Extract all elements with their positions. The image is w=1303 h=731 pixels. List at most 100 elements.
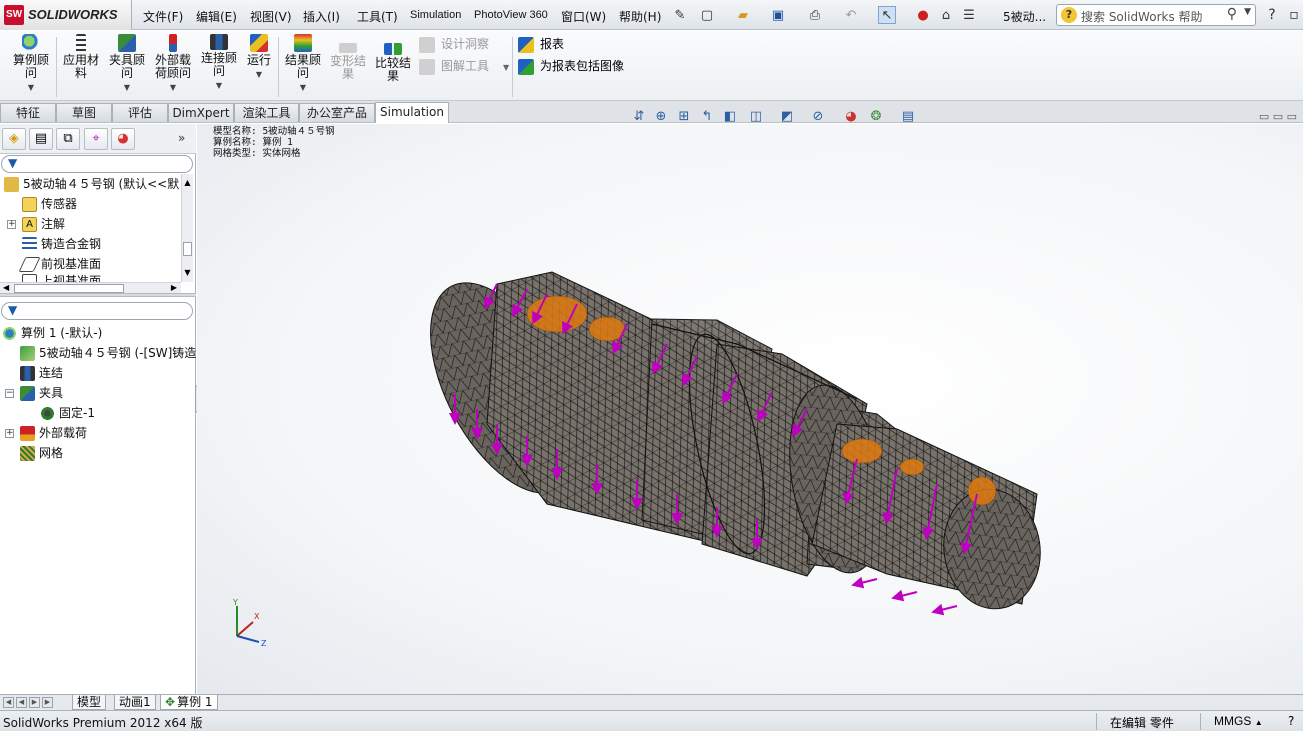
new-document-icon[interactable]: ▢ [698, 6, 716, 24]
design-insight-button[interactable]: 设计洞察 [419, 35, 489, 53]
tab-sketch[interactable]: 草图 [56, 103, 112, 122]
previous-tab-icon[interactable]: ◀ [16, 697, 27, 708]
undo-icon[interactable]: ↶ [842, 6, 860, 24]
last-tab-icon[interactable]: ▶ [42, 697, 53, 708]
plot-tools-button[interactable]: 图解工具 ▼ [419, 57, 509, 75]
feature-manager-tab-icon[interactable]: ◈ [2, 128, 26, 150]
plot-tools-icon [419, 58, 435, 75]
meshed-shaft-model[interactable] [197, 124, 1303, 694]
tab-office-products[interactable]: 办公室产品 [299, 103, 375, 122]
next-tab-icon[interactable]: ▶ [29, 697, 40, 708]
tree-study-part[interactable]: 5被动轴４５号钢 (-[SW]铸造 [20, 343, 196, 363]
options-icon[interactable]: ☰ [960, 6, 978, 24]
property-manager-tab-icon[interactable]: ▤ [29, 128, 53, 150]
first-tab-icon[interactable]: ◀ [3, 697, 14, 708]
menu-edit[interactable]: 编辑(E) [196, 8, 237, 25]
panel-splitter[interactable] [0, 293, 196, 297]
study-part-icon [20, 346, 35, 361]
rebuild-traffic-light-icon[interactable]: ● [914, 6, 932, 24]
results-advisor-button[interactable]: 结果顾问 ▼ [282, 34, 324, 94]
menu-window[interactable]: 窗口(W) [561, 8, 606, 25]
tab-evaluate[interactable]: 评估 [112, 103, 168, 122]
configuration-manager-tab-icon[interactable]: ⧉ [56, 128, 80, 150]
sensor-icon [22, 197, 37, 212]
deformed-result-button[interactable]: 变形结果 [327, 43, 369, 81]
tab-model[interactable]: 模型 [72, 695, 107, 710]
run-icon [250, 34, 268, 52]
study-icon [2, 326, 17, 341]
solidworks-logo[interactable]: SW SOLIDWORKS [0, 0, 132, 30]
tree-item-top-plane[interactable]: 上视基准面 [22, 274, 101, 282]
tab-features[interactable]: 特征 [0, 103, 56, 122]
tab-dimxpert[interactable]: DimXpert [168, 103, 234, 122]
tree-fixture-1[interactable]: 固定-1 [40, 403, 95, 423]
tree-vertical-scrollbar[interactable]: ▲ ▼ [181, 174, 193, 282]
include-image-button[interactable]: 为报表包括图像 [518, 57, 624, 75]
help-search-input[interactable]: ? 搜索 SolidWorks 帮助 ⚲ ▼ [1056, 4, 1256, 26]
tree-item-front-plane[interactable]: 前视基准面 [18, 254, 101, 274]
tab-render-tools[interactable]: 渲染工具 [234, 103, 299, 122]
tab-study-1[interactable]: ✥ 算例 1 [160, 695, 218, 710]
help-button[interactable]: ? [1263, 6, 1281, 24]
feature-filter-field[interactable]: ▼ [1, 155, 193, 173]
tree-connections[interactable]: 连结 [20, 363, 63, 383]
dropdown-arrow-icon: ▼ [215, 81, 223, 90]
external-loads-advisor-button[interactable]: 外部载荷顾问 ▼ [150, 34, 196, 94]
chevron-down-icon[interactable]: ▼ [1244, 7, 1251, 17]
menu-view[interactable]: 视图(V) [250, 8, 292, 25]
file-properties-icon[interactable]: ⌂ [937, 6, 955, 24]
expand-toggle-icon[interactable]: + [5, 429, 14, 438]
compare-results-button[interactable]: 比较结果 [372, 43, 414, 83]
tree-item-material[interactable]: 铸造合金钢 [22, 234, 101, 254]
expand-panel-icon[interactable]: » [178, 131, 185, 145]
viewport-window-controls[interactable]: ▭ ▭ ▭ [1259, 110, 1297, 123]
report-button[interactable]: 报表 [518, 35, 564, 53]
simulation-filter-field[interactable]: ▼ [1, 302, 193, 320]
print-icon[interactable]: ⎙ [806, 6, 824, 24]
select-pointer-icon[interactable]: ↖ [878, 6, 896, 24]
external-loads-icon [20, 426, 35, 441]
editing-mode-text: 在编辑 零件 [1110, 716, 1174, 730]
tree-item-sensors[interactable]: 传感器 [22, 194, 77, 214]
menu-help[interactable]: 帮助(H) [619, 8, 661, 25]
expand-toggle-icon[interactable]: + [7, 220, 16, 229]
tree-root-part[interactable]: 5被动轴４５号钢 (默认<<默 [4, 174, 179, 194]
collapse-toggle-icon[interactable]: − [5, 389, 14, 398]
menu-file[interactable]: 文件(F) [143, 8, 183, 25]
display-manager-tab-icon[interactable]: ◕ [111, 128, 135, 150]
menu-tools[interactable]: 工具(T) [357, 8, 398, 25]
tree-fixtures[interactable]: 夹具 [20, 383, 63, 403]
help-question-icon: ? [1061, 7, 1077, 23]
unit-system-selector[interactable]: MMGS ▲ [1214, 714, 1263, 728]
external-loads-label: 外部载荷顾问 [154, 53, 191, 80]
dropdown-arrow-icon: ▼ [169, 83, 177, 92]
tab-simulation[interactable]: Simulation [375, 102, 449, 123]
graphics-area[interactable]: 模型名称: 5被动轴４５号钢 算例名称: 算例 1 网格类型: 实体网格 ⇵ ⊕… [197, 109, 1303, 694]
tab-animation[interactable]: 动画1 [114, 695, 156, 710]
menu-photoview[interactable]: PhotoView 360 [474, 9, 548, 21]
connection-icon [210, 34, 228, 50]
tree-external-loads[interactable]: 外部载荷 [20, 423, 87, 443]
status-bar: SolidWorks Premium 2012 x64 版 在编辑 零件 MMG… [0, 710, 1303, 731]
study-advisor-button[interactable]: 算例顾问 ▼ [10, 34, 52, 94]
connections-advisor-button[interactable]: 连接顾问 ▼ [198, 34, 240, 92]
save-icon[interactable]: ▣ [769, 6, 787, 24]
run-button[interactable]: 运行 ▼ [243, 34, 275, 81]
search-icon[interactable]: ⚲ [1227, 6, 1237, 22]
pin-icon[interactable]: ✎ [671, 6, 689, 24]
tree-mesh[interactable]: 网格 [20, 443, 63, 463]
tree-item-annotations[interactable]: A 注解 [22, 214, 65, 234]
fixtures-advisor-button[interactable]: 夹具顾问 ▼ [106, 34, 148, 94]
apply-material-button[interactable]: 应用材料 [61, 34, 101, 80]
part-icon [4, 177, 19, 192]
menu-insert[interactable]: 插入(I) [303, 8, 340, 25]
dimxpert-manager-tab-icon[interactable]: ⌖ [84, 128, 108, 150]
unit-system-label: MMGS [1214, 714, 1252, 728]
help-question-icon[interactable]: ? [1288, 714, 1294, 728]
window-control-icon[interactable]: ▫ [1285, 6, 1303, 24]
menu-simulation[interactable]: Simulation [410, 9, 461, 21]
divider [1200, 713, 1201, 730]
tree-study[interactable]: 算例 1 (-默认-) [2, 323, 102, 343]
study-label: 算例 1 (-默认-) [21, 326, 103, 340]
open-folder-icon[interactable]: ▰ [734, 6, 752, 24]
